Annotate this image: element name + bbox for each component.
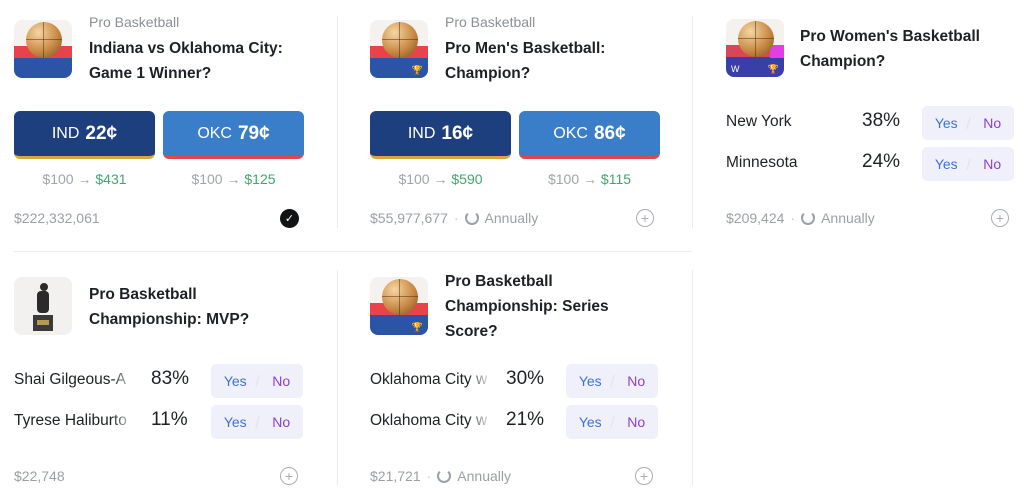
market-card-mvp[interactable]: Pro Basketball Championship: MVP? Shai G…: [14, 262, 304, 492]
checkmark-icon[interactable]: ✓: [280, 209, 299, 228]
market-volume: $209,424 · Annually: [726, 210, 875, 226]
market-volume: $22,748: [14, 468, 65, 484]
yes-no-buttons: Yes No: [566, 405, 658, 439]
outcome-probability: 83%: [151, 368, 190, 389]
no-button[interactable]: No: [627, 414, 645, 430]
mvp-statue-icon: [14, 277, 72, 335]
plus-circle-icon[interactable]: +: [636, 209, 654, 227]
team-abbr: IND: [407, 124, 436, 142]
yes-button[interactable]: Yes: [935, 156, 958, 172]
basketball-icon: 🏆: [370, 20, 428, 78]
trophy-icon: 🏆: [411, 65, 423, 75]
plus-circle-icon[interactable]: +: [635, 467, 653, 485]
row-divider: [14, 251, 692, 252]
recurrence-label: Annually: [821, 210, 875, 226]
market-title[interactable]: Pro Men's Basketball: Champion?: [445, 36, 645, 86]
yes-no-buttons: Yes No: [211, 405, 303, 439]
market-title[interactable]: Pro Basketball Championship: Series Scor…: [445, 269, 635, 344]
outcome-name: Oklahoma City w: [370, 371, 488, 388]
outcome-probability: 21%: [506, 409, 545, 430]
market-title[interactable]: Indiana vs Oklahoma City: Game 1 Winner?: [89, 36, 304, 86]
trophy-icon: 🏆: [411, 322, 423, 332]
outcome-row[interactable]: Minnesota 24% Yes No: [726, 147, 1014, 181]
yes-no-buttons: Yes No: [922, 106, 1014, 140]
outcome-name: Shai Gilgeous-A: [14, 371, 127, 388]
market-card-womens-champion[interactable]: W 🏆 Pro Women's Basketball Champion? New…: [726, 0, 1016, 240]
column-divider: [692, 16, 693, 228]
recurring-icon: [464, 211, 479, 225]
market-volume: $55,977,677 · Annually: [370, 210, 539, 226]
no-button[interactable]: No: [983, 115, 1001, 131]
plus-circle-icon[interactable]: +: [991, 209, 1009, 227]
buy-okc-button[interactable]: OKC 79¢: [163, 111, 304, 159]
column-divider: [337, 16, 338, 228]
no-button[interactable]: No: [272, 373, 290, 389]
basketball-icon: W 🏆: [726, 19, 784, 77]
market-title[interactable]: Pro Women's Basketball Champion?: [800, 24, 1000, 74]
column-divider: [692, 270, 693, 485]
price: 79¢: [237, 122, 270, 144]
market-card-mens-champion[interactable]: 🏆 Pro Basketball Pro Men's Basketball: C…: [370, 0, 660, 240]
outcome-name: Minnesota: [726, 154, 798, 171]
recurrence-label: Annually: [484, 210, 539, 226]
price: 86¢: [593, 122, 626, 144]
team-abbr: IND: [51, 124, 80, 142]
team-abbr: OKC: [553, 124, 588, 142]
yes-no-buttons: Yes No: [211, 364, 303, 398]
outcome-name: New York: [726, 113, 792, 130]
outcome-name: Tyrese Haliburto: [14, 412, 127, 429]
market-card-series-score[interactable]: 🏆 Pro Basketball Championship: Series Sc…: [370, 262, 660, 492]
yes-button[interactable]: Yes: [224, 373, 247, 389]
outcome-probability: 38%: [862, 110, 901, 131]
market-volume: $21,721 · Annually: [370, 468, 511, 484]
market-category: Pro Basketball: [89, 14, 180, 30]
basketball-icon: 🏆: [370, 277, 428, 335]
no-button[interactable]: No: [272, 414, 290, 430]
outcome-row[interactable]: Shai Gilgeous-A 83% Yes No: [14, 364, 304, 398]
yes-button[interactable]: Yes: [935, 115, 958, 131]
outcome-row[interactable]: Oklahoma City w 21% Yes No: [370, 405, 660, 439]
yes-button[interactable]: Yes: [579, 414, 602, 430]
buy-ind-button[interactable]: IND 16¢: [370, 111, 511, 159]
payout-okc: $100 → $125: [191, 171, 276, 187]
recurrence-label: Annually: [457, 468, 511, 484]
recurring-icon: [437, 469, 452, 483]
no-button[interactable]: No: [983, 156, 1001, 172]
outcome-probability: 30%: [506, 368, 545, 389]
market-card-game1-winner[interactable]: Pro Basketball Indiana vs Oklahoma City:…: [14, 0, 304, 240]
outcome-probability: 11%: [151, 409, 188, 430]
column-divider: [337, 270, 338, 485]
market-title[interactable]: Pro Basketball Championship: MVP?: [89, 282, 269, 332]
market-volume: $222,332,061: [14, 210, 100, 226]
yes-button[interactable]: Yes: [224, 414, 247, 430]
yes-no-buttons: Yes No: [922, 147, 1014, 181]
price: 16¢: [441, 122, 474, 144]
no-button[interactable]: No: [627, 373, 645, 389]
yes-no-buttons: Yes No: [566, 364, 658, 398]
price: 22¢: [85, 122, 118, 144]
basketball-icon: [14, 20, 72, 78]
outcome-row[interactable]: New York 38% Yes No: [726, 106, 1014, 140]
buy-ind-button[interactable]: IND 22¢: [14, 111, 155, 159]
plus-circle-icon[interactable]: +: [280, 467, 298, 485]
outcome-name: Oklahoma City w: [370, 412, 488, 429]
market-category: Pro Basketball: [445, 14, 536, 30]
payout-ind: $100 → $590: [398, 171, 483, 187]
outcome-row[interactable]: Oklahoma City w 30% Yes No: [370, 364, 660, 398]
payout-ind: $100 → $431: [42, 171, 127, 187]
payout-okc: $100 → $115: [547, 171, 632, 187]
recurring-icon: [801, 211, 816, 225]
buy-okc-button[interactable]: OKC 86¢: [519, 111, 660, 159]
trophy-icon: 🏆: [767, 64, 779, 74]
team-abbr: OKC: [197, 124, 232, 142]
yes-button[interactable]: Yes: [579, 373, 602, 389]
outcome-probability: 24%: [862, 151, 901, 172]
outcome-row[interactable]: Tyrese Haliburto 11% Yes No: [14, 405, 304, 439]
